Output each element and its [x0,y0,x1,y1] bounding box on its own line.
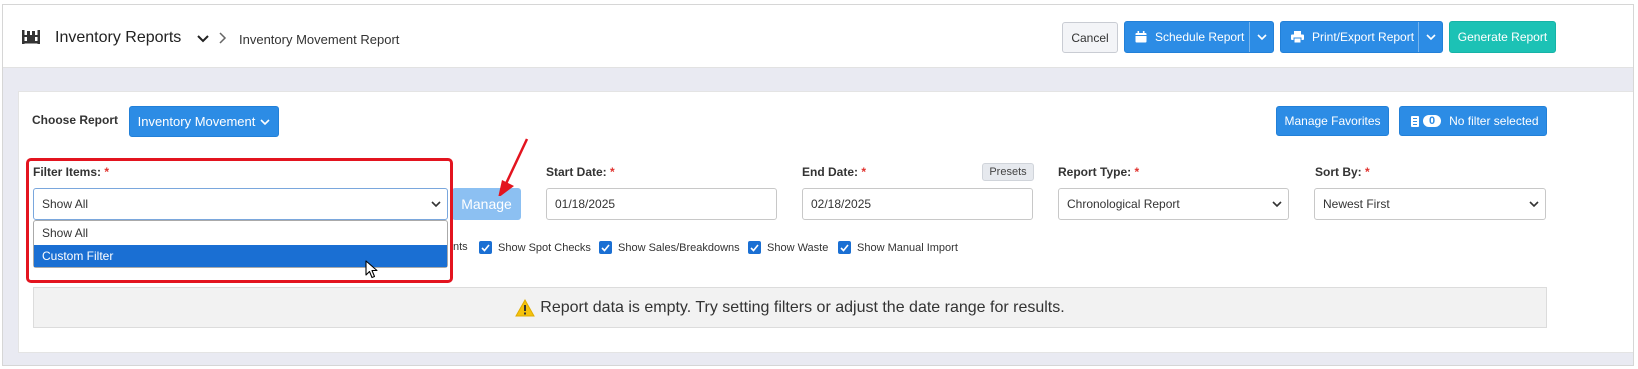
list-icon [1411,115,1419,127]
required-mark: * [1134,165,1140,179]
checkbox-checked-icon[interactable] [599,241,612,254]
chevron-down-icon [1256,34,1267,41]
report-select-button[interactable]: Inventory Movement [129,106,279,137]
breadcrumb: Inventory Movement Report [239,32,400,47]
sort-by-value: Newest First [1323,197,1390,211]
manage-favorites-label: Manage Favorites [1284,114,1381,128]
no-filter-label: No filter selected [1449,114,1539,128]
checkbox-checked-icon[interactable] [748,241,761,254]
schedule-report-button[interactable]: Schedule Report [1124,21,1274,53]
checkbox-label: Show Spot Checks [498,241,591,254]
checkbox-show-sales-breakdowns[interactable]: Show Sales/Breakdowns [599,241,740,254]
calendar-icon [1135,31,1147,43]
schedule-caret[interactable] [1249,22,1273,52]
checkbox-show-spot-checks[interactable]: Show Spot Checks [479,241,591,254]
app-frame: Inventory Reports Inventory Movement Rep… [2,4,1634,366]
end-date-text: End Date: [802,165,859,179]
start-date-value: 01/18/2025 [555,197,616,211]
inventory-icon [22,30,40,44]
presets-button[interactable]: Presets [982,163,1034,181]
report-type-value: Chronological Report [1067,197,1180,211]
chevron-down-icon [260,118,270,125]
checkbox-label: Show Manual Import [857,241,958,254]
start-date-input[interactable]: 01/18/2025 [546,188,777,220]
checkbox-checked-icon[interactable] [479,241,492,254]
cancel-label: Cancel [1071,30,1109,45]
checkbox-show-manual-import[interactable]: Show Manual Import [838,241,958,254]
empty-report-alert: Report data is empty. Try setting filter… [33,287,1547,328]
print-export-button[interactable]: Print/Export Report [1280,21,1443,53]
end-date-value: 02/18/2025 [811,197,872,211]
chevron-down-icon [1272,201,1282,208]
required-mark: * [1365,165,1370,179]
app-title[interactable]: Inventory Reports [55,29,181,47]
manage-favorites-button[interactable]: Manage Favorites [1276,106,1389,136]
report-type-label: Report Type: * [1058,165,1139,179]
checkbox-label: Show Sales/Breakdowns [618,241,740,254]
report-panel: Choose Report Inventory Movement Manage … [18,91,1633,353]
choose-report-label: Choose Report [32,113,119,127]
manage-label: Manage [461,196,512,212]
printer-icon [1291,31,1304,43]
report-select-label: Inventory Movement [137,114,256,129]
checkbox-partial-label: nts [453,241,468,253]
top-bar: Inventory Reports Inventory Movement Rep… [3,5,1633,68]
alert-message: Report data is empty. Try setting filter… [540,298,1065,316]
presets-label: Presets [989,166,1027,178]
cancel-button[interactable]: Cancel [1062,22,1118,53]
chevron-down-icon [1425,34,1436,41]
sort-by-label: Sort By: * [1315,165,1370,179]
generate-label: Generate Report [1457,30,1548,44]
start-date-label: Start Date: * [546,165,615,179]
warning-icon [515,298,536,316]
checkbox-checked-icon[interactable] [838,241,851,254]
chevron-down-icon [1529,201,1539,208]
checkbox-show-waste[interactable]: Show Waste [748,241,828,254]
start-date-text: Start Date: [546,165,607,179]
end-date-label: End Date: * [802,165,866,179]
required-mark: * [610,165,615,179]
schedule-label: Schedule Report [1155,30,1245,44]
generate-report-button[interactable]: Generate Report [1449,21,1556,53]
end-date-input[interactable]: 02/18/2025 [802,188,1033,220]
filter-status-button[interactable]: 0 No filter selected [1399,106,1547,136]
filter-count-badge: 0 [1423,115,1442,127]
required-mark: * [861,165,867,179]
report-type-text: Report Type: [1058,165,1132,179]
chevron-right-icon [219,32,227,44]
annotation-arrow-icon [498,138,529,196]
checkbox-label: Show Waste [767,241,829,254]
sort-by-text: Sort By: [1315,165,1362,179]
sort-by-select[interactable]: Newest First [1314,188,1546,220]
report-type-select[interactable]: Chronological Report [1058,188,1289,220]
print-caret[interactable] [1418,22,1442,52]
annotation-highlight-box [26,158,453,283]
print-label: Print/Export Report [1312,30,1415,44]
chevron-down-icon[interactable] [196,33,210,45]
